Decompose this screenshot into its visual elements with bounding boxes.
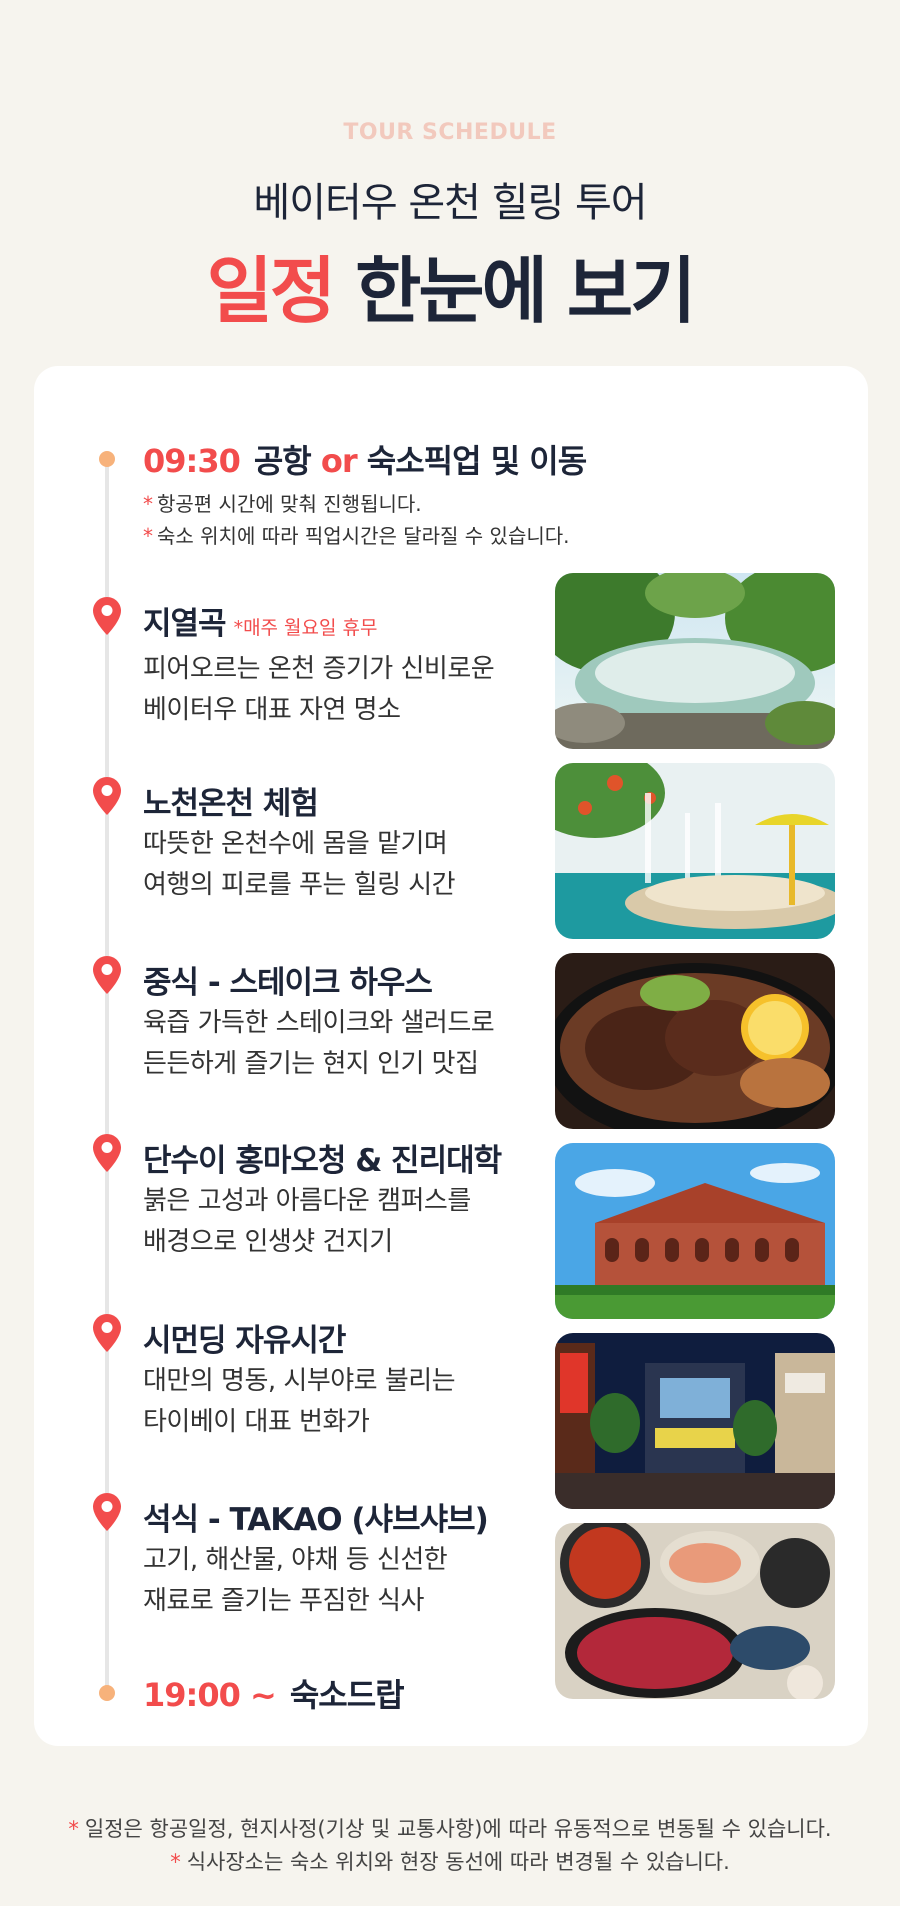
start-note-2: * 숙소 위치에 따라 픽업시간은 달라질 수 있습니다. xyxy=(143,524,570,548)
stop-title: 지열곡 *매주 월요일 휴무 xyxy=(143,606,378,642)
asterisk-icon: * xyxy=(170,1850,181,1874)
location-pin-icon xyxy=(93,1493,121,1531)
start-label-part2: 숙소픽업 및 이동 xyxy=(366,442,587,480)
stop-desc: 붉은 고성과 아름다운 캠퍼스를 배경으로 인생샷 건지기 xyxy=(143,1186,471,1257)
eyebrow-label: TOUR SCHEDULE xyxy=(343,120,557,145)
footer-note-1: * 일정은 항공일정, 현지사정(기상 및 교통사항)에 따라 유동적으로 변동될… xyxy=(68,1817,832,1841)
start-time: 09:30 xyxy=(143,442,241,480)
timeline-start-dot xyxy=(99,451,115,467)
stop-desc: 고기, 해산물, 야채 등 신선한 재료로 즐기는 푸짐한 식사 xyxy=(143,1545,448,1616)
stop-title: 노천온천 체험 xyxy=(143,786,319,822)
stop-desc: 대만의 명동, 시부야로 불리는 타이베이 대표 번화가 xyxy=(143,1366,456,1437)
page-title-rest: 한눈에 보기 xyxy=(355,249,696,333)
stop-title: 단수이 홍마오청 & 진리대학 xyxy=(143,1143,502,1179)
stop-title: 시먼딩 자유시간 xyxy=(143,1323,346,1359)
stop-desc: 육즙 가득한 스테이크와 샐러드로 든든하게 즐기는 현지 인기 맛집 xyxy=(143,1008,495,1079)
end-time: 19:00 ~ xyxy=(143,1676,277,1714)
geothermal-valley-photo xyxy=(555,573,835,749)
page-title-accent: 일정 xyxy=(206,249,336,333)
red-fort-photo xyxy=(555,1143,835,1319)
closed-badge: *매주 월요일 휴무 xyxy=(233,617,378,639)
location-pin-icon xyxy=(93,1134,121,1172)
start-label-or: or xyxy=(320,442,358,480)
stop-desc: 따뜻한 온천수에 몸을 맡기며 여행의 피로를 푸는 힐링 시간 xyxy=(143,829,456,900)
timeline-end-dot xyxy=(99,1685,115,1701)
location-pin-icon xyxy=(93,1314,121,1352)
shabu-shabu-photo xyxy=(555,1523,835,1699)
location-pin-icon xyxy=(93,956,121,994)
asterisk-icon: * xyxy=(68,1817,79,1841)
steak-plate-photo xyxy=(555,953,835,1129)
ximending-night-photo xyxy=(555,1333,835,1509)
footer-note-2: * 식사장소는 숙소 위치와 현장 동선에 따라 변경될 수 있습니다. xyxy=(170,1850,730,1874)
location-pin-icon xyxy=(93,777,121,815)
page-title: 일정 한눈에 보기 xyxy=(0,232,900,337)
asterisk-icon: * xyxy=(143,492,153,516)
stop-title: 석식 - TAKAO (샤브샤브) xyxy=(143,1502,489,1538)
outdoor-hot-spring-photo xyxy=(555,763,835,939)
end-row: 19:00 ~ 숙소드랍 xyxy=(143,1670,405,1716)
location-pin-icon xyxy=(93,597,121,635)
page-subtitle: 베이터우 온천 힐링 투어 xyxy=(253,180,647,226)
start-label-part1: 공항 xyxy=(253,442,312,480)
stop-desc: 피어오르는 온천 증기가 신비로운 베이터우 대표 자연 명소 xyxy=(143,654,495,725)
start-row: 09:30 공항 or 숙소픽업 및 이동 xyxy=(143,436,587,482)
start-note-1: * 항공편 시간에 맞춰 진행됩니다. xyxy=(143,492,422,516)
end-label: 숙소드랍 xyxy=(289,1676,405,1714)
asterisk-icon: * xyxy=(143,524,153,548)
stop-title: 중식 - 스테이크 하우스 xyxy=(143,965,433,1001)
